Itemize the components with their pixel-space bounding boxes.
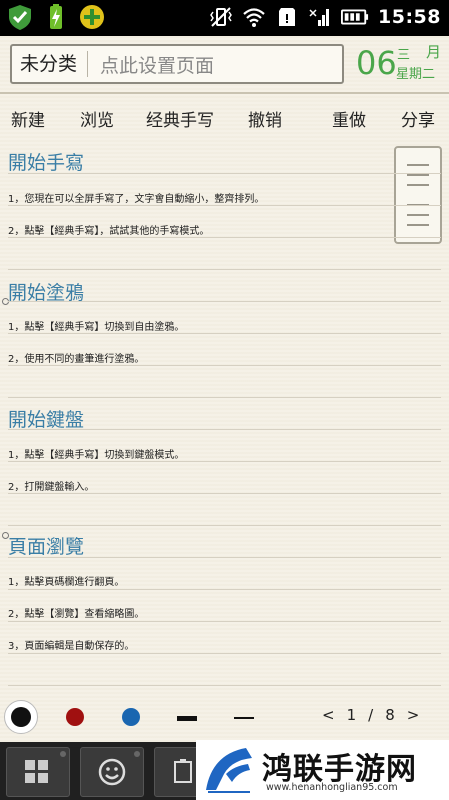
pen-width-thin[interactable]: [234, 717, 254, 719]
page-rule: [8, 429, 441, 430]
classic-handwriting-button[interactable]: 经典手写: [146, 106, 214, 131]
handle-grip-line: [407, 174, 429, 176]
horse-logo-icon: [206, 748, 252, 793]
page-rule: [8, 653, 441, 654]
pen-width-thick[interactable]: [177, 716, 197, 721]
content-line: 2，使用不同的畫筆進行塗鴉。: [8, 354, 145, 365]
content-line: 1，點擊【經典手寫】切換到自由塗鴉。: [8, 322, 185, 333]
new-button[interactable]: 新建: [11, 106, 45, 131]
apps-button[interactable]: [6, 747, 70, 797]
content-line: 1，點擊【經典手寫】切換到鍵盤模式。: [8, 450, 185, 461]
content-line: 1，點擊頁碼欄進行翻頁。: [8, 577, 125, 588]
badge-dot: [134, 751, 140, 757]
page-header: 未分类 点此设置页面 06 三 月 星期二: [0, 36, 449, 92]
content-line: 3，頁面編輯是自動保存的。: [8, 641, 135, 652]
date-month-unit: 月: [426, 43, 442, 61]
handle-grip-line: [407, 164, 429, 166]
emoji-button[interactable]: [80, 747, 144, 797]
pen-palette: < 1 / 8 >: [0, 696, 449, 740]
page-rule: [8, 269, 441, 270]
handle-grip-line: [407, 224, 429, 226]
section-title: 開始鍵盤: [8, 409, 85, 431]
page-scroll-handle[interactable]: [394, 146, 442, 244]
page-separator: /: [368, 706, 374, 724]
date-weekday: 星期二: [396, 67, 436, 82]
badge-dot: [60, 751, 66, 757]
current-page: 1: [346, 706, 357, 724]
page-rule: [8, 493, 441, 494]
page-rule: [8, 173, 441, 174]
color-swatch-red[interactable]: [66, 708, 84, 726]
shield-check-icon: [9, 5, 31, 30]
sd-card-icon: [279, 8, 296, 26]
handle-grip-line: [407, 214, 429, 216]
total-pages: 8: [385, 706, 395, 724]
content-line: 2，點擊【瀏覽】查看縮略圖。: [8, 609, 145, 620]
section-title: 開始手寫: [8, 152, 85, 174]
plus-badge-icon: [80, 5, 104, 29]
status-bar: 15:58: [0, 0, 449, 36]
battery-charging-icon: [50, 4, 62, 29]
notebook-page[interactable]: 未分类 点此设置页面 06 三 月 星期二 新建 浏览 经典手写 撤销 重做 分…: [0, 36, 449, 742]
redo-button[interactable]: 重做: [332, 106, 366, 131]
color-swatch-black[interactable]: [11, 707, 31, 727]
date-day: 06: [356, 44, 397, 82]
color-swatch-blue[interactable]: [122, 708, 140, 726]
prev-page-button[interactable]: <: [322, 706, 335, 724]
category-button[interactable]: 未分类: [12, 51, 89, 77]
undo-button[interactable]: 撤销: [248, 106, 282, 131]
toolbar: 新建 浏览 经典手写 撤销 重做 分享: [0, 94, 449, 138]
page-rule: [8, 461, 441, 462]
browse-button[interactable]: 浏览: [80, 106, 114, 131]
section-title: 頁面瀏覽: [8, 536, 85, 558]
vibrate-mute-icon: [210, 7, 232, 27]
page-rule: [8, 365, 441, 366]
page-rule: [8, 621, 441, 622]
page-rule: [8, 205, 441, 206]
page-rule: [8, 525, 441, 526]
category-bar[interactable]: 未分类 点此设置页面: [10, 44, 344, 84]
status-time: 15:58: [378, 6, 441, 28]
page-rule: [8, 397, 441, 398]
handle-grip-line: [407, 184, 429, 186]
page-name-field[interactable]: 点此设置页面: [88, 51, 214, 78]
page-rule: [8, 685, 441, 686]
page-rule: [8, 557, 441, 558]
wifi-icon: [243, 8, 265, 27]
date-month: 三: [397, 48, 411, 63]
battery-icon: [341, 9, 369, 25]
page-rule: [8, 589, 441, 590]
share-button[interactable]: 分享: [401, 106, 435, 131]
page-rule: [8, 237, 441, 238]
watermark-url: www.henanhonglian95.com: [266, 782, 398, 793]
signal-icon: [309, 9, 330, 26]
content-line: 2，點擊【經典手寫】，試試其他的手寫模式。: [8, 226, 210, 237]
site-watermark: 鸿联手游网 www.henanhonglian95.com: [196, 740, 449, 800]
next-page-button[interactable]: >: [407, 706, 420, 724]
page-rule: [8, 301, 441, 302]
content-line: 1，您現在可以全屏手寫了，文字會自動縮小，整齊排列。: [8, 194, 265, 205]
page-navigator[interactable]: < 1 / 8 >: [322, 706, 419, 724]
page-rule: [8, 333, 441, 334]
content-line: 2，打開鍵盤輸入。: [8, 482, 95, 493]
